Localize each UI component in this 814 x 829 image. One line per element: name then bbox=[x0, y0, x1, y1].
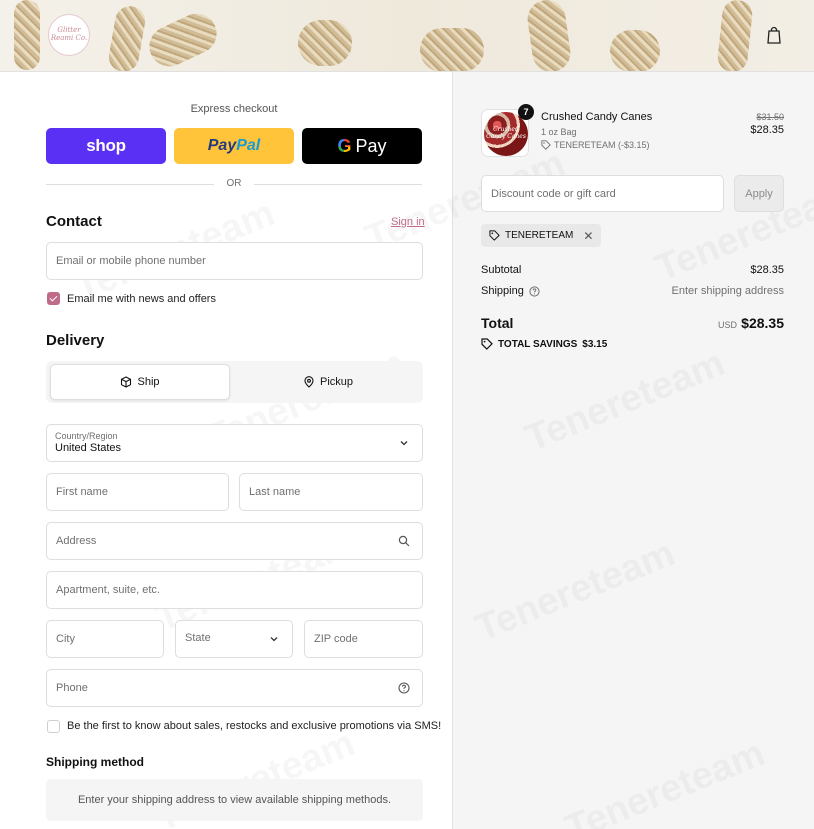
city-placeholder: City bbox=[56, 633, 75, 645]
glitter-letter-decoration bbox=[716, 0, 754, 71]
paypal-label-pal: Pal bbox=[236, 137, 261, 154]
discounted-price: $28.35 bbox=[750, 124, 784, 136]
location-pin-icon bbox=[304, 376, 314, 388]
google-pay-label: Pay bbox=[355, 135, 387, 156]
sms-opt-in-label: Be the first to know about sales, restoc… bbox=[67, 720, 442, 732]
subtotal-value: $28.35 bbox=[750, 264, 784, 276]
help-circle-icon[interactable] bbox=[398, 682, 410, 694]
product-variant: 1 oz Bag bbox=[541, 127, 577, 137]
first-name-field[interactable]: First name bbox=[46, 473, 229, 511]
product-discount: TENERETEAM (-$3.15) bbox=[541, 140, 650, 150]
zip-code-field[interactable]: ZIP code bbox=[304, 620, 423, 658]
country-label: Country/Region bbox=[55, 431, 118, 441]
zip-code-placeholder: ZIP code bbox=[314, 633, 358, 645]
last-name-field[interactable]: Last name bbox=[239, 473, 423, 511]
country-value: United States bbox=[55, 442, 122, 454]
tag-icon bbox=[489, 230, 500, 241]
applied-discount-chip: TENERETEAM ✕ bbox=[481, 224, 602, 247]
email-placeholder: Email or mobile phone number bbox=[56, 255, 206, 267]
ship-option-button[interactable]: Ship bbox=[50, 364, 230, 400]
chevron-down-icon bbox=[400, 441, 408, 446]
city-field[interactable]: City bbox=[46, 620, 164, 658]
discount-code-field[interactable]: Discount code or gift card bbox=[481, 175, 724, 212]
help-circle-icon[interactable] bbox=[529, 285, 540, 297]
last-name-placeholder: Last name bbox=[249, 486, 301, 498]
search-icon bbox=[398, 535, 410, 547]
express-checkout-label: Express checkout bbox=[190, 103, 278, 115]
pickup-option-label: Pickup bbox=[319, 376, 354, 388]
shop-pay-label: shop bbox=[86, 136, 126, 155]
savings-label: TOTAL SAVINGS bbox=[498, 338, 578, 350]
shipping-label: Shipping bbox=[481, 285, 524, 297]
address-placeholder: Address bbox=[56, 535, 97, 547]
logo-text: Glitter Reami Co. bbox=[50, 26, 88, 42]
quantity-badge: 7 bbox=[518, 104, 534, 120]
total-label: Total bbox=[481, 315, 514, 331]
divider-right bbox=[254, 184, 422, 185]
glitter-letter-decoration bbox=[106, 3, 148, 71]
box-icon bbox=[121, 376, 132, 388]
savings-value: $3.15 bbox=[582, 338, 608, 350]
tag-icon bbox=[541, 140, 551, 150]
store-logo[interactable]: Glitter Reami Co. bbox=[48, 14, 90, 56]
chevron-down-icon bbox=[270, 637, 278, 642]
shipping-value: Enter shipping address bbox=[671, 285, 784, 297]
phone-field[interactable]: Phone bbox=[46, 669, 423, 707]
or-divider-label: OR bbox=[226, 178, 242, 189]
shipping-row-label: Shipping bbox=[481, 285, 540, 297]
total-currency: USD bbox=[718, 320, 738, 330]
store-header: Glitter Reami Co. bbox=[0, 0, 814, 72]
newsletter-label: Email me with news and offers bbox=[67, 293, 216, 305]
shipping-method-heading: Shipping method bbox=[46, 755, 144, 769]
address-field[interactable]: Address bbox=[46, 522, 423, 560]
tag-icon bbox=[481, 338, 493, 350]
product-discount-text: TENERETEAM (-$3.15) bbox=[554, 140, 650, 150]
pickup-option-button[interactable]: Pickup bbox=[236, 364, 420, 400]
original-price: $31.50 bbox=[756, 112, 784, 122]
sign-in-link[interactable]: Sign in bbox=[391, 216, 425, 228]
remove-discount-icon[interactable]: ✕ bbox=[583, 229, 593, 243]
glitter-letter-decoration bbox=[14, 0, 40, 70]
applied-discount-code: TENERETEAM bbox=[505, 230, 574, 241]
google-pay-button[interactable]: G Pay bbox=[302, 128, 422, 164]
glitter-letter-decoration bbox=[525, 0, 573, 71]
glitter-letter-decoration bbox=[420, 28, 484, 71]
total-savings: TOTAL SAVINGS $3.15 bbox=[481, 338, 607, 350]
contact-heading: Contact bbox=[46, 213, 102, 230]
paypal-label-pay: Pay bbox=[207, 137, 237, 154]
product-name: Crushed Candy Canes bbox=[541, 111, 653, 123]
discount-code-placeholder: Discount code or gift card bbox=[491, 187, 616, 200]
ship-option-label: Ship bbox=[137, 376, 160, 388]
google-g-icon: G bbox=[337, 135, 352, 156]
glitter-letter-decoration bbox=[298, 20, 352, 66]
paypal-button[interactable]: Pay Pal bbox=[174, 128, 294, 164]
apartment-placeholder: Apartment, suite, etc. bbox=[56, 584, 160, 596]
first-name-placeholder: First name bbox=[56, 486, 108, 498]
apply-discount-button[interactable]: Apply bbox=[734, 175, 784, 212]
subtotal-label: Subtotal bbox=[481, 264, 522, 276]
glitter-letter-decoration bbox=[610, 30, 660, 71]
shop-pay-button[interactable]: shop bbox=[46, 128, 166, 164]
glitter-letter-decoration bbox=[142, 7, 224, 71]
apartment-field[interactable]: Apartment, suite, etc. bbox=[46, 571, 423, 609]
divider-left bbox=[46, 184, 214, 185]
phone-placeholder: Phone bbox=[56, 682, 88, 694]
product-image-label: Crushed Candy Canes bbox=[486, 126, 526, 140]
delivery-heading: Delivery bbox=[46, 332, 105, 349]
shipping-method-notice: Enter your shipping address to view avai… bbox=[46, 779, 423, 821]
shopping-bag-icon[interactable] bbox=[766, 26, 782, 44]
email-field[interactable]: Email or mobile phone number bbox=[46, 242, 423, 280]
newsletter-checkbox[interactable] bbox=[47, 292, 60, 305]
sms-checkbox[interactable] bbox=[47, 720, 60, 733]
state-select[interactable]: State bbox=[175, 620, 293, 658]
total-value: $28.35 bbox=[741, 315, 784, 331]
